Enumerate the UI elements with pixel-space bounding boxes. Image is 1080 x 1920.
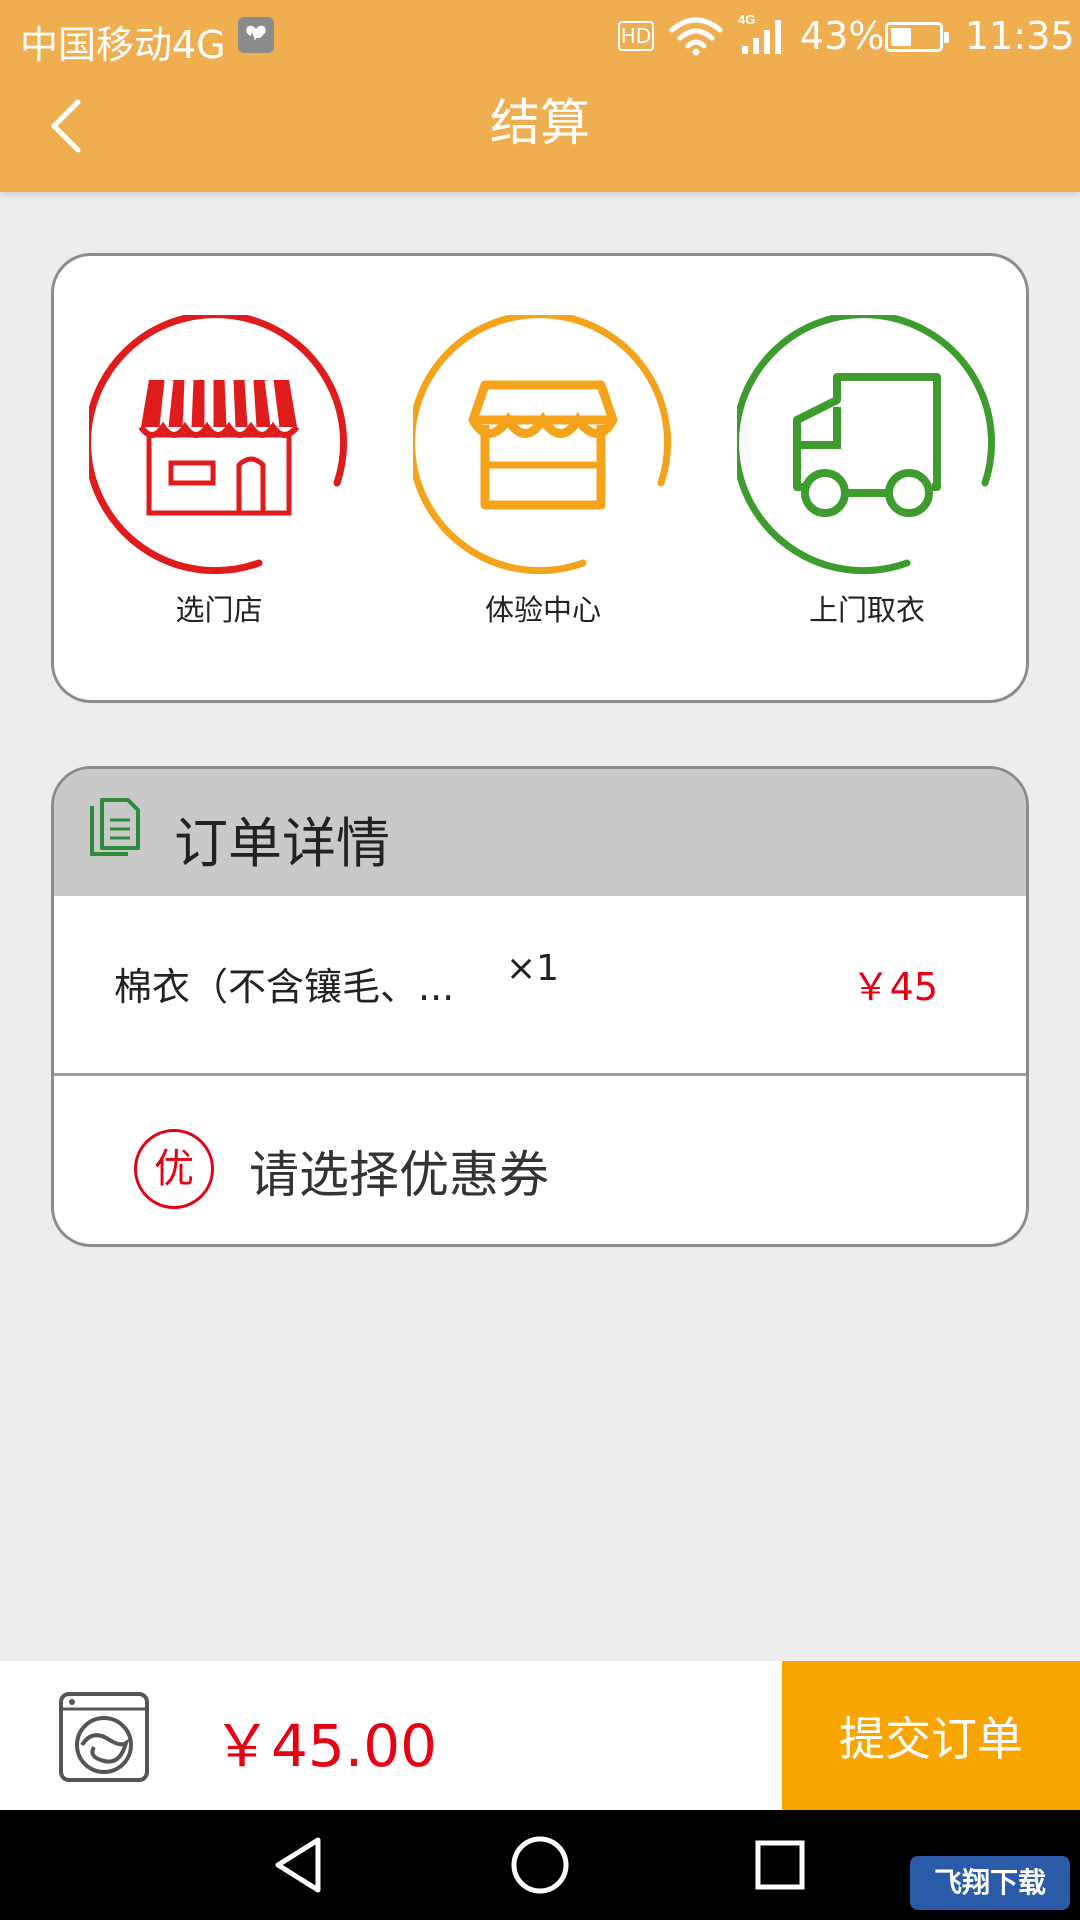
- washing-machine-icon: [59, 1692, 149, 1782]
- delivery-options-card: 选门店 体验中心 上门取衣: [51, 253, 1029, 703]
- truck-icon: [737, 315, 995, 575]
- nav-home-button[interactable]: [500, 1832, 580, 1898]
- total-price: ￥45.00: [213, 1712, 438, 1780]
- order-details-header: 订单详情: [54, 769, 1026, 896]
- order-details-title: 订单详情: [174, 812, 390, 875]
- shop-icon: [413, 315, 671, 575]
- order-details-card: 订单详情 棉衣（不含镶毛、... ×1 ￥45 优 请选择优惠券: [51, 766, 1029, 1247]
- item-quantity: ×1: [506, 948, 560, 989]
- option-home-pickup[interactable]: 上门取衣: [717, 315, 1017, 645]
- item-name: 棉衣（不含镶毛、...: [114, 965, 455, 1009]
- submit-order-button[interactable]: 提交订单: [782, 1661, 1080, 1810]
- option-label: 选门店: [175, 593, 263, 627]
- option-label: 体验中心: [484, 593, 601, 627]
- coupon-selector[interactable]: 优 请选择优惠券: [54, 1079, 1026, 1244]
- option-label: 上门取衣: [808, 593, 925, 627]
- signal-icon: 4G: [736, 12, 792, 56]
- svg-text:4G: 4G: [738, 12, 755, 27]
- status-bar: 中国移动4G HD 4G 43% 11:35: [0, 0, 1080, 72]
- battery-icon: [885, 22, 949, 52]
- nav-back-button[interactable]: [260, 1832, 340, 1898]
- clock: 11:35: [965, 14, 1075, 58]
- document-icon: [90, 798, 140, 856]
- nav-recent-icon: [755, 1840, 805, 1890]
- wifi-icon: [668, 16, 724, 56]
- item-price: ￥45: [851, 965, 938, 1009]
- nav-recent-button[interactable]: [740, 1832, 820, 1898]
- nav-back-icon: [275, 1837, 321, 1893]
- watermark-logo: 飞翔下载: [910, 1856, 1070, 1910]
- option-select-store[interactable]: 选门店: [69, 315, 369, 645]
- health-app-icon: [238, 17, 274, 53]
- page-title: 结算: [490, 94, 590, 152]
- nav-home-icon: [511, 1836, 569, 1894]
- hd-badge: HD: [618, 21, 654, 51]
- order-item-row: 棉衣（不含镶毛、... ×1 ￥45: [54, 896, 1026, 1076]
- coupon-prompt: 请选择优惠券: [249, 1146, 549, 1204]
- option-experience-center[interactable]: 体验中心: [393, 315, 693, 645]
- checkout-bar: ￥45.00 提交订单: [0, 1661, 1080, 1810]
- carrier-label: 中国移动4G: [20, 23, 226, 67]
- coupon-badge-icon: 优: [134, 1129, 214, 1209]
- storefront-icon: [89, 315, 347, 575]
- battery-percent: 43%: [800, 14, 885, 58]
- app-header: 中国移动4G HD 4G 43% 11:35 结算: [0, 0, 1080, 192]
